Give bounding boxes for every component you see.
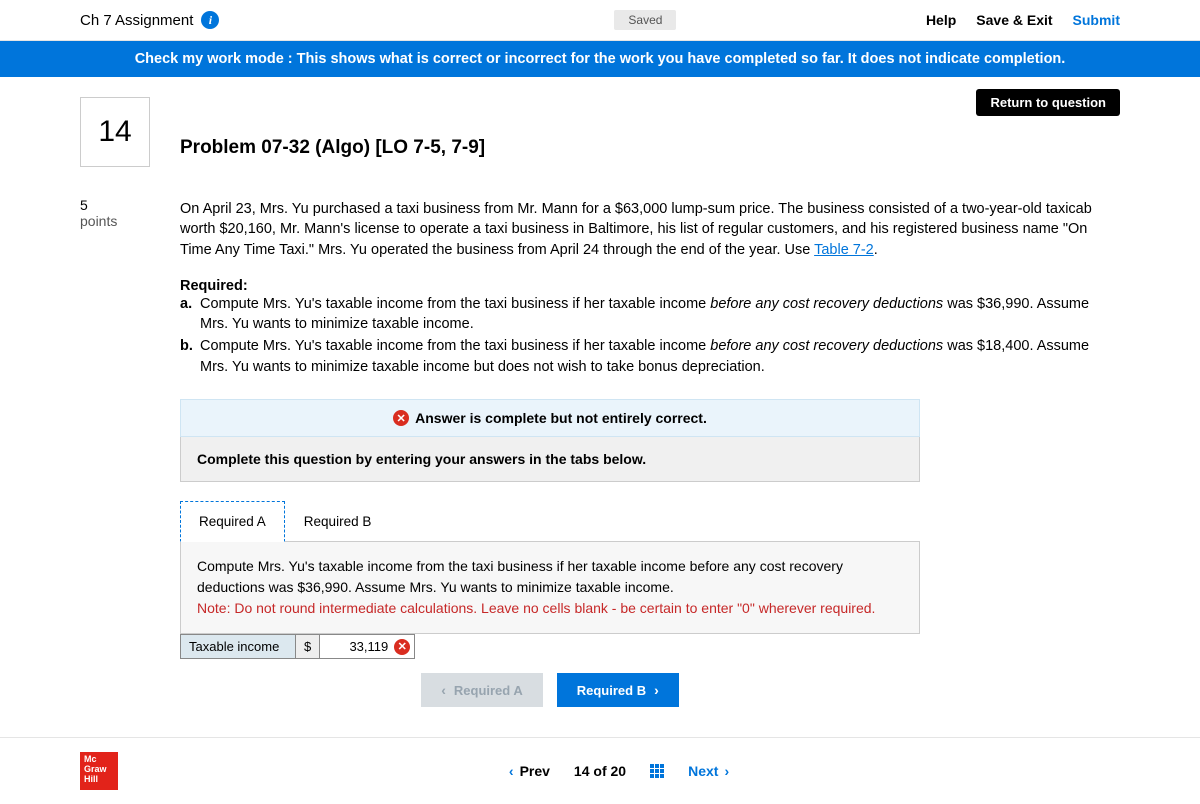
left-column: 14 5 points <box>80 97 150 707</box>
tab-note: Note: Do not round intermediate calculat… <box>197 598 903 619</box>
help-link[interactable]: Help <box>926 12 956 28</box>
submit-link[interactable]: Submit <box>1073 12 1120 28</box>
answer-table: Taxable income $ 33,119 ✕ <box>180 634 415 659</box>
prev-button[interactable]: ‹ Prev <box>509 763 550 779</box>
req-b-text: Compute Mrs. Yu's taxable income from th… <box>200 336 1120 377</box>
points-block: 5 points <box>80 197 150 229</box>
req-a-marker: a. <box>180 294 200 335</box>
chevron-right-icon: › <box>654 682 659 698</box>
mcgraw-hill-logo: Mc Graw Hill <box>80 752 118 790</box>
answer-label-cell: Taxable income <box>181 635 296 659</box>
grid-icon[interactable] <box>650 764 664 778</box>
tabs-row: Required A Required B <box>180 500 920 542</box>
instruction-bar: Complete this question by entering your … <box>180 437 920 482</box>
currency-cell: $ <box>296 635 320 659</box>
position-indicator: 14 of 20 <box>574 763 626 779</box>
tab-required-b[interactable]: Required B <box>285 501 391 542</box>
answer-value-cell[interactable]: 33,119 ✕ <box>320 635 415 659</box>
question-content: Problem 07-32 (Algo) [LO 7-5, 7-9] On Ap… <box>180 97 1120 707</box>
req-a-text: Compute Mrs. Yu's taxable income from th… <box>200 294 1120 335</box>
x-circle-icon: ✕ <box>393 410 409 426</box>
status-text: Answer is complete but not entirely corr… <box>415 410 707 426</box>
incorrect-icon: ✕ <box>394 639 410 655</box>
status-banner: ✕ Answer is complete but not entirely co… <box>180 399 920 437</box>
next-button[interactable]: Next › <box>688 763 729 779</box>
return-to-question-button[interactable]: Return to question <box>976 89 1120 116</box>
tab-required-a[interactable]: Required A <box>180 501 285 542</box>
tab-nav-bottom: ‹ Required A Required B › <box>180 673 920 707</box>
mode-banner: Check my work mode : This shows what is … <box>0 41 1200 77</box>
footer: Mc Graw Hill ‹ Prev 14 of 20 Next › <box>0 737 1200 804</box>
assignment-title-text: Ch 7 Assignment <box>80 12 193 29</box>
prev-tab-button: ‹ Required A <box>421 673 543 707</box>
info-icon[interactable]: i <box>201 11 219 29</box>
question-number-box: 14 <box>80 97 150 167</box>
requirements-list: a. Compute Mrs. Yu's taxable income from… <box>180 294 1120 377</box>
points-value: 5 <box>80 197 150 213</box>
save-exit-link[interactable]: Save & Exit <box>976 12 1052 28</box>
top-actions: Help Save & Exit Submit <box>926 12 1120 28</box>
chevron-left-icon: ‹ <box>441 682 446 698</box>
top-bar: Ch 7 Assignment i Saved Help Save & Exit… <box>0 0 1200 41</box>
required-label: Required: <box>180 278 1120 294</box>
answer-value: 33,119 <box>349 639 388 654</box>
chevron-left-icon: ‹ <box>509 763 514 779</box>
assignment-title: Ch 7 Assignment i <box>80 11 219 29</box>
chevron-right-icon: › <box>724 763 729 779</box>
answer-area: ✕ Answer is complete but not entirely co… <box>180 399 920 707</box>
next-tab-button[interactable]: Required B › <box>557 673 679 707</box>
problem-body-text: On April 23, Mrs. Yu purchased a taxi bu… <box>180 201 1092 258</box>
problem-title: Problem 07-32 (Algo) [LO 7-5, 7-9] <box>180 137 1120 159</box>
problem-body: On April 23, Mrs. Yu purchased a taxi bu… <box>180 199 1120 260</box>
table-link[interactable]: Table 7-2 <box>814 242 874 258</box>
problem-body-end: . <box>874 242 878 258</box>
req-b-marker: b. <box>180 336 200 377</box>
tab-content: Compute Mrs. Yu's taxable income from th… <box>180 542 920 634</box>
points-label: points <box>80 213 150 229</box>
saved-indicator: Saved <box>614 10 676 30</box>
tab-prompt: Compute Mrs. Yu's taxable income from th… <box>197 556 903 598</box>
footer-nav: ‹ Prev 14 of 20 Next › <box>509 763 729 779</box>
